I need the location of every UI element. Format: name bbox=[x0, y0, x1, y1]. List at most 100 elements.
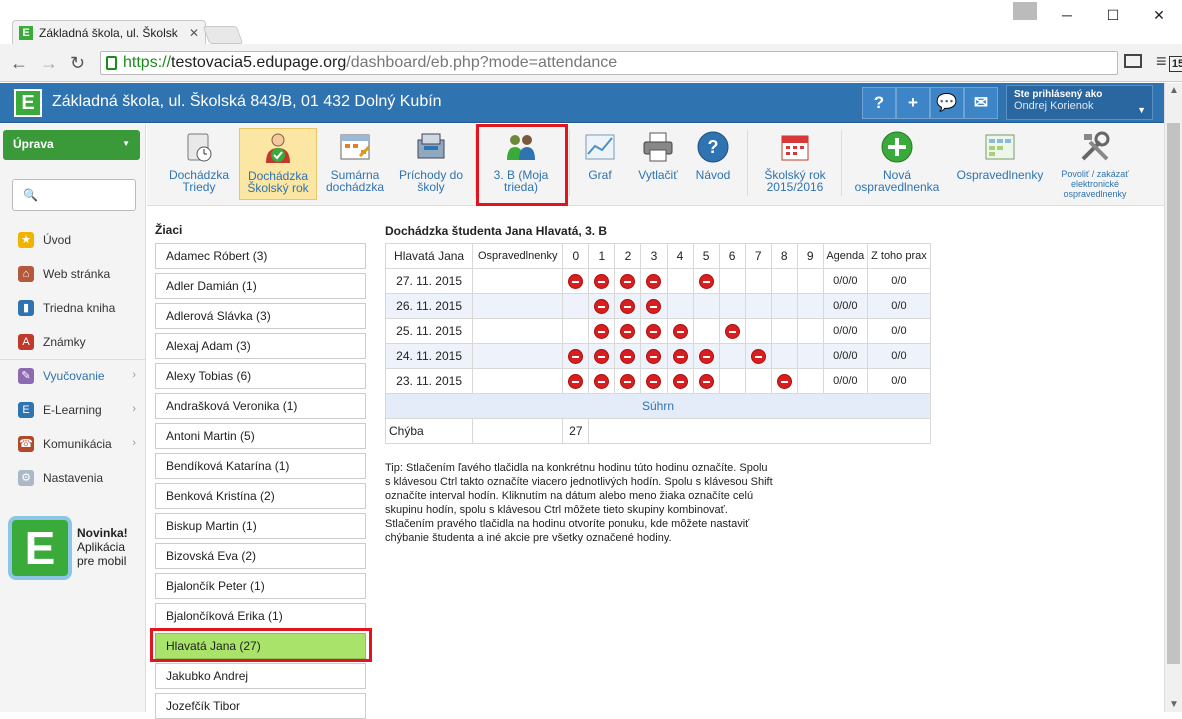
row-excuses[interactable] bbox=[472, 318, 564, 344]
row-excuses[interactable] bbox=[472, 343, 564, 369]
back-icon[interactable]: ← bbox=[10, 53, 28, 73]
hour-cell[interactable] bbox=[692, 368, 720, 394]
absence-icon[interactable] bbox=[620, 348, 636, 364]
messages-icon[interactable]: 💬 bbox=[930, 87, 964, 119]
sidebar-item-vyucovanie[interactable]: ✎ Vyučovanie › bbox=[0, 360, 146, 394]
absence-icon[interactable] bbox=[672, 348, 688, 364]
row-date[interactable]: 27. 11. 2015 bbox=[384, 268, 474, 294]
absence-icon[interactable] bbox=[594, 348, 610, 364]
hour-cell[interactable] bbox=[640, 368, 668, 394]
absence-icon[interactable] bbox=[698, 373, 714, 389]
student-item[interactable]: Jakubko Andrej bbox=[155, 663, 366, 689]
toolbar-guide[interactable]: ? Návod bbox=[691, 130, 735, 181]
student-item[interactable]: Adler Damián (1) bbox=[155, 273, 366, 299]
hour-cell[interactable] bbox=[796, 293, 824, 319]
reload-icon[interactable]: ↻ bbox=[70, 53, 85, 73]
cast-icon[interactable] bbox=[1124, 54, 1142, 68]
row-date[interactable]: 25. 11. 2015 bbox=[384, 318, 474, 344]
hour-cell[interactable] bbox=[692, 293, 720, 319]
hour-cell[interactable] bbox=[770, 368, 798, 394]
hour-cell[interactable] bbox=[744, 318, 772, 344]
hour-cell[interactable] bbox=[640, 293, 668, 319]
hour-cell[interactable] bbox=[692, 318, 720, 344]
minimize-icon[interactable]: ─ bbox=[1044, 0, 1090, 30]
edupage-logo[interactable]: E bbox=[14, 89, 42, 117]
sidebar-item-web[interactable]: ⌂ Web stránka bbox=[0, 258, 146, 292]
mail-icon[interactable]: ✉ bbox=[964, 87, 998, 119]
hour-cell[interactable] bbox=[744, 293, 772, 319]
hour-cell[interactable] bbox=[692, 343, 720, 369]
toolbar-new-excuse[interactable]: Nová ospravedlnenka bbox=[849, 130, 945, 193]
header-student-name[interactable]: Hlavatá Jana bbox=[384, 243, 474, 269]
browser-tab[interactable]: E Základná škola, ul. Školsk ✕ bbox=[12, 20, 206, 44]
hour-cell[interactable] bbox=[588, 343, 616, 369]
hour-cell[interactable] bbox=[588, 293, 616, 319]
hour-cell[interactable] bbox=[796, 318, 824, 344]
toolbar-year-attendance[interactable]: Dochádzka Školský rok bbox=[239, 128, 317, 200]
help-icon[interactable]: ? bbox=[862, 87, 896, 119]
hour-cell[interactable] bbox=[562, 318, 590, 344]
hour-cell[interactable] bbox=[562, 268, 590, 294]
absence-icon[interactable] bbox=[672, 373, 688, 389]
student-item[interactable]: Biskup Martin (1) bbox=[155, 513, 366, 539]
hour-cell[interactable] bbox=[718, 293, 746, 319]
hour-cell[interactable] bbox=[666, 293, 694, 319]
absence-icon[interactable] bbox=[594, 273, 610, 289]
search-input[interactable] bbox=[39, 186, 129, 204]
student-item[interactable]: Benková Kristína (2) bbox=[155, 483, 366, 509]
mobile-app-promo[interactable]: E Novinka! Aplikácia pre mobil bbox=[8, 516, 136, 582]
hour-cell[interactable] bbox=[666, 343, 694, 369]
login-box[interactable]: Ste prihlásený ako Ondrej Korienok ▼ bbox=[1006, 85, 1153, 120]
hour-cell[interactable] bbox=[770, 318, 798, 344]
hour-cell[interactable] bbox=[614, 268, 642, 294]
toolbar-summary-attendance[interactable]: Sumárna dochádzka bbox=[319, 130, 391, 193]
toolbar-graph[interactable]: Graf bbox=[575, 130, 625, 181]
absence-icon[interactable] bbox=[646, 273, 662, 289]
hour-cell[interactable] bbox=[666, 318, 694, 344]
hour-cell[interactable] bbox=[718, 343, 746, 369]
hour-cell[interactable] bbox=[640, 343, 668, 369]
scroll-up-icon[interactable]: ▲ bbox=[1169, 85, 1179, 96]
hour-cell[interactable] bbox=[588, 368, 616, 394]
hour-cell[interactable] bbox=[796, 343, 824, 369]
row-excuses[interactable] bbox=[472, 368, 564, 394]
absence-icon[interactable] bbox=[620, 373, 636, 389]
header-hour[interactable]: 4 bbox=[666, 243, 694, 269]
absence-icon[interactable] bbox=[646, 348, 662, 364]
scroll-down-icon[interactable]: ▼ bbox=[1169, 699, 1179, 710]
student-item[interactable]: Bizovská Eva (2) bbox=[155, 543, 366, 569]
browser-menu-icon[interactable]: ≡ bbox=[1156, 51, 1167, 72]
hour-cell[interactable] bbox=[718, 268, 746, 294]
close-window-icon[interactable]: ✕ bbox=[1136, 0, 1182, 30]
url-bar[interactable]: https://testovacia5.edupage.org/dashboar… bbox=[100, 51, 1182, 75]
hour-cell[interactable] bbox=[562, 343, 590, 369]
toolbar-school-year[interactable]: Školský rok 2015/2016 bbox=[755, 130, 835, 193]
absence-icon[interactable] bbox=[594, 323, 610, 339]
header-hour[interactable]: 9 bbox=[796, 243, 824, 269]
student-item[interactable]: Bjalončík Peter (1) bbox=[155, 573, 366, 599]
header-hour[interactable]: 3 bbox=[640, 243, 668, 269]
student-item[interactable]: Bjalončíková Erika (1) bbox=[155, 603, 366, 629]
absence-icon[interactable] bbox=[646, 323, 662, 339]
header-hour[interactable]: 8 bbox=[770, 243, 798, 269]
absence-icon[interactable] bbox=[620, 323, 636, 339]
student-item[interactable]: Alexaj Adam (3) bbox=[155, 333, 366, 359]
absence-icon[interactable] bbox=[750, 348, 766, 364]
header-hour[interactable]: 0 bbox=[562, 243, 590, 269]
user-profile-icon[interactable] bbox=[1013, 2, 1037, 20]
absence-icon[interactable] bbox=[646, 373, 662, 389]
hour-cell[interactable] bbox=[614, 343, 642, 369]
maximize-icon[interactable]: ☐ bbox=[1090, 0, 1136, 30]
sidebar-item-komunikacia[interactable]: ☎ Komunikácia › bbox=[0, 428, 146, 462]
hour-cell[interactable] bbox=[640, 318, 668, 344]
hour-cell[interactable] bbox=[796, 368, 824, 394]
student-item[interactable]: Alexy Tobias (6) bbox=[155, 363, 366, 389]
sidebar-item-uvod[interactable]: ★ Úvod bbox=[0, 224, 146, 258]
absence-icon[interactable] bbox=[698, 273, 714, 289]
hour-cell[interactable] bbox=[666, 268, 694, 294]
toolbar-arrivals[interactable]: Príchody do školy bbox=[393, 130, 469, 193]
sidebar-item-elearning[interactable]: E E-Learning › bbox=[0, 394, 146, 428]
hour-cell[interactable] bbox=[588, 318, 616, 344]
toolbar-class-attendance[interactable]: Dochádzka Triedy bbox=[161, 130, 237, 193]
forward-icon[interactable]: → bbox=[40, 53, 58, 73]
